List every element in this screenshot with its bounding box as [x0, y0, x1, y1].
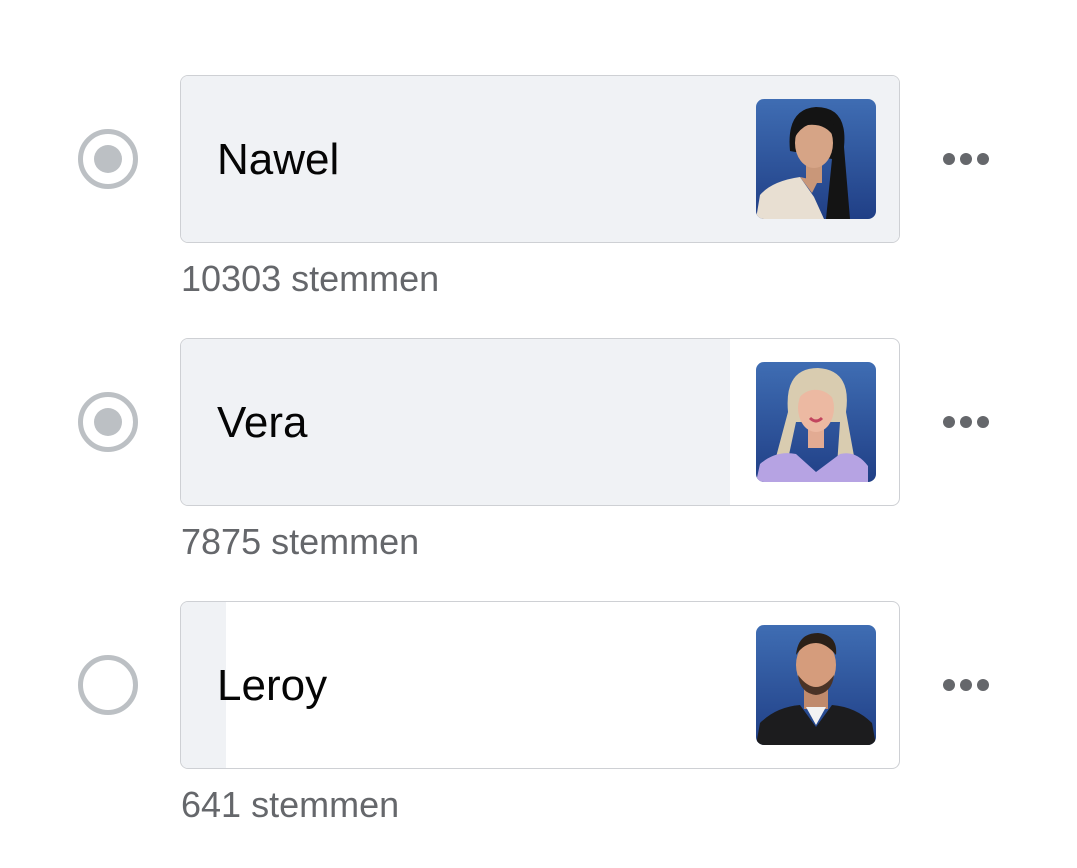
- option-box-nawel[interactable]: Nawel: [180, 75, 900, 243]
- vote-count: 641 stemmen: [181, 784, 400, 825]
- poll-option-leroy: Leroy 641 stemmen: [0, 601, 1077, 841]
- radio-button-nawel[interactable]: [78, 129, 138, 189]
- option-name: Vera: [217, 398, 308, 447]
- more-options-button[interactable]: [934, 667, 998, 703]
- radio-button-vera[interactable]: [78, 392, 138, 452]
- radio-button-leroy[interactable]: [78, 655, 138, 715]
- more-options-button[interactable]: [934, 404, 998, 440]
- avatar: [756, 625, 876, 745]
- more-options-button[interactable]: [934, 141, 998, 177]
- option-name: Leroy: [217, 661, 328, 710]
- vote-count: 10303 stemmen: [181, 258, 440, 299]
- vote-count: 7875 stemmen: [181, 521, 420, 562]
- poll-option-vera: Vera 7875 stemmen: [0, 338, 1077, 578]
- poll-option-nawel: Nawel 10303 stemmen: [0, 75, 1077, 315]
- avatar: [756, 362, 876, 482]
- more-horizontal-icon: [943, 679, 955, 691]
- more-horizontal-icon: [943, 416, 955, 428]
- more-horizontal-icon: [943, 153, 955, 165]
- radio-selected-dot: [94, 145, 122, 173]
- avatar: [756, 99, 876, 219]
- option-box-leroy[interactable]: Leroy: [180, 601, 900, 769]
- option-box-vera[interactable]: Vera: [180, 338, 900, 506]
- radio-selected-dot: [94, 408, 122, 436]
- option-name: Nawel: [217, 135, 340, 184]
